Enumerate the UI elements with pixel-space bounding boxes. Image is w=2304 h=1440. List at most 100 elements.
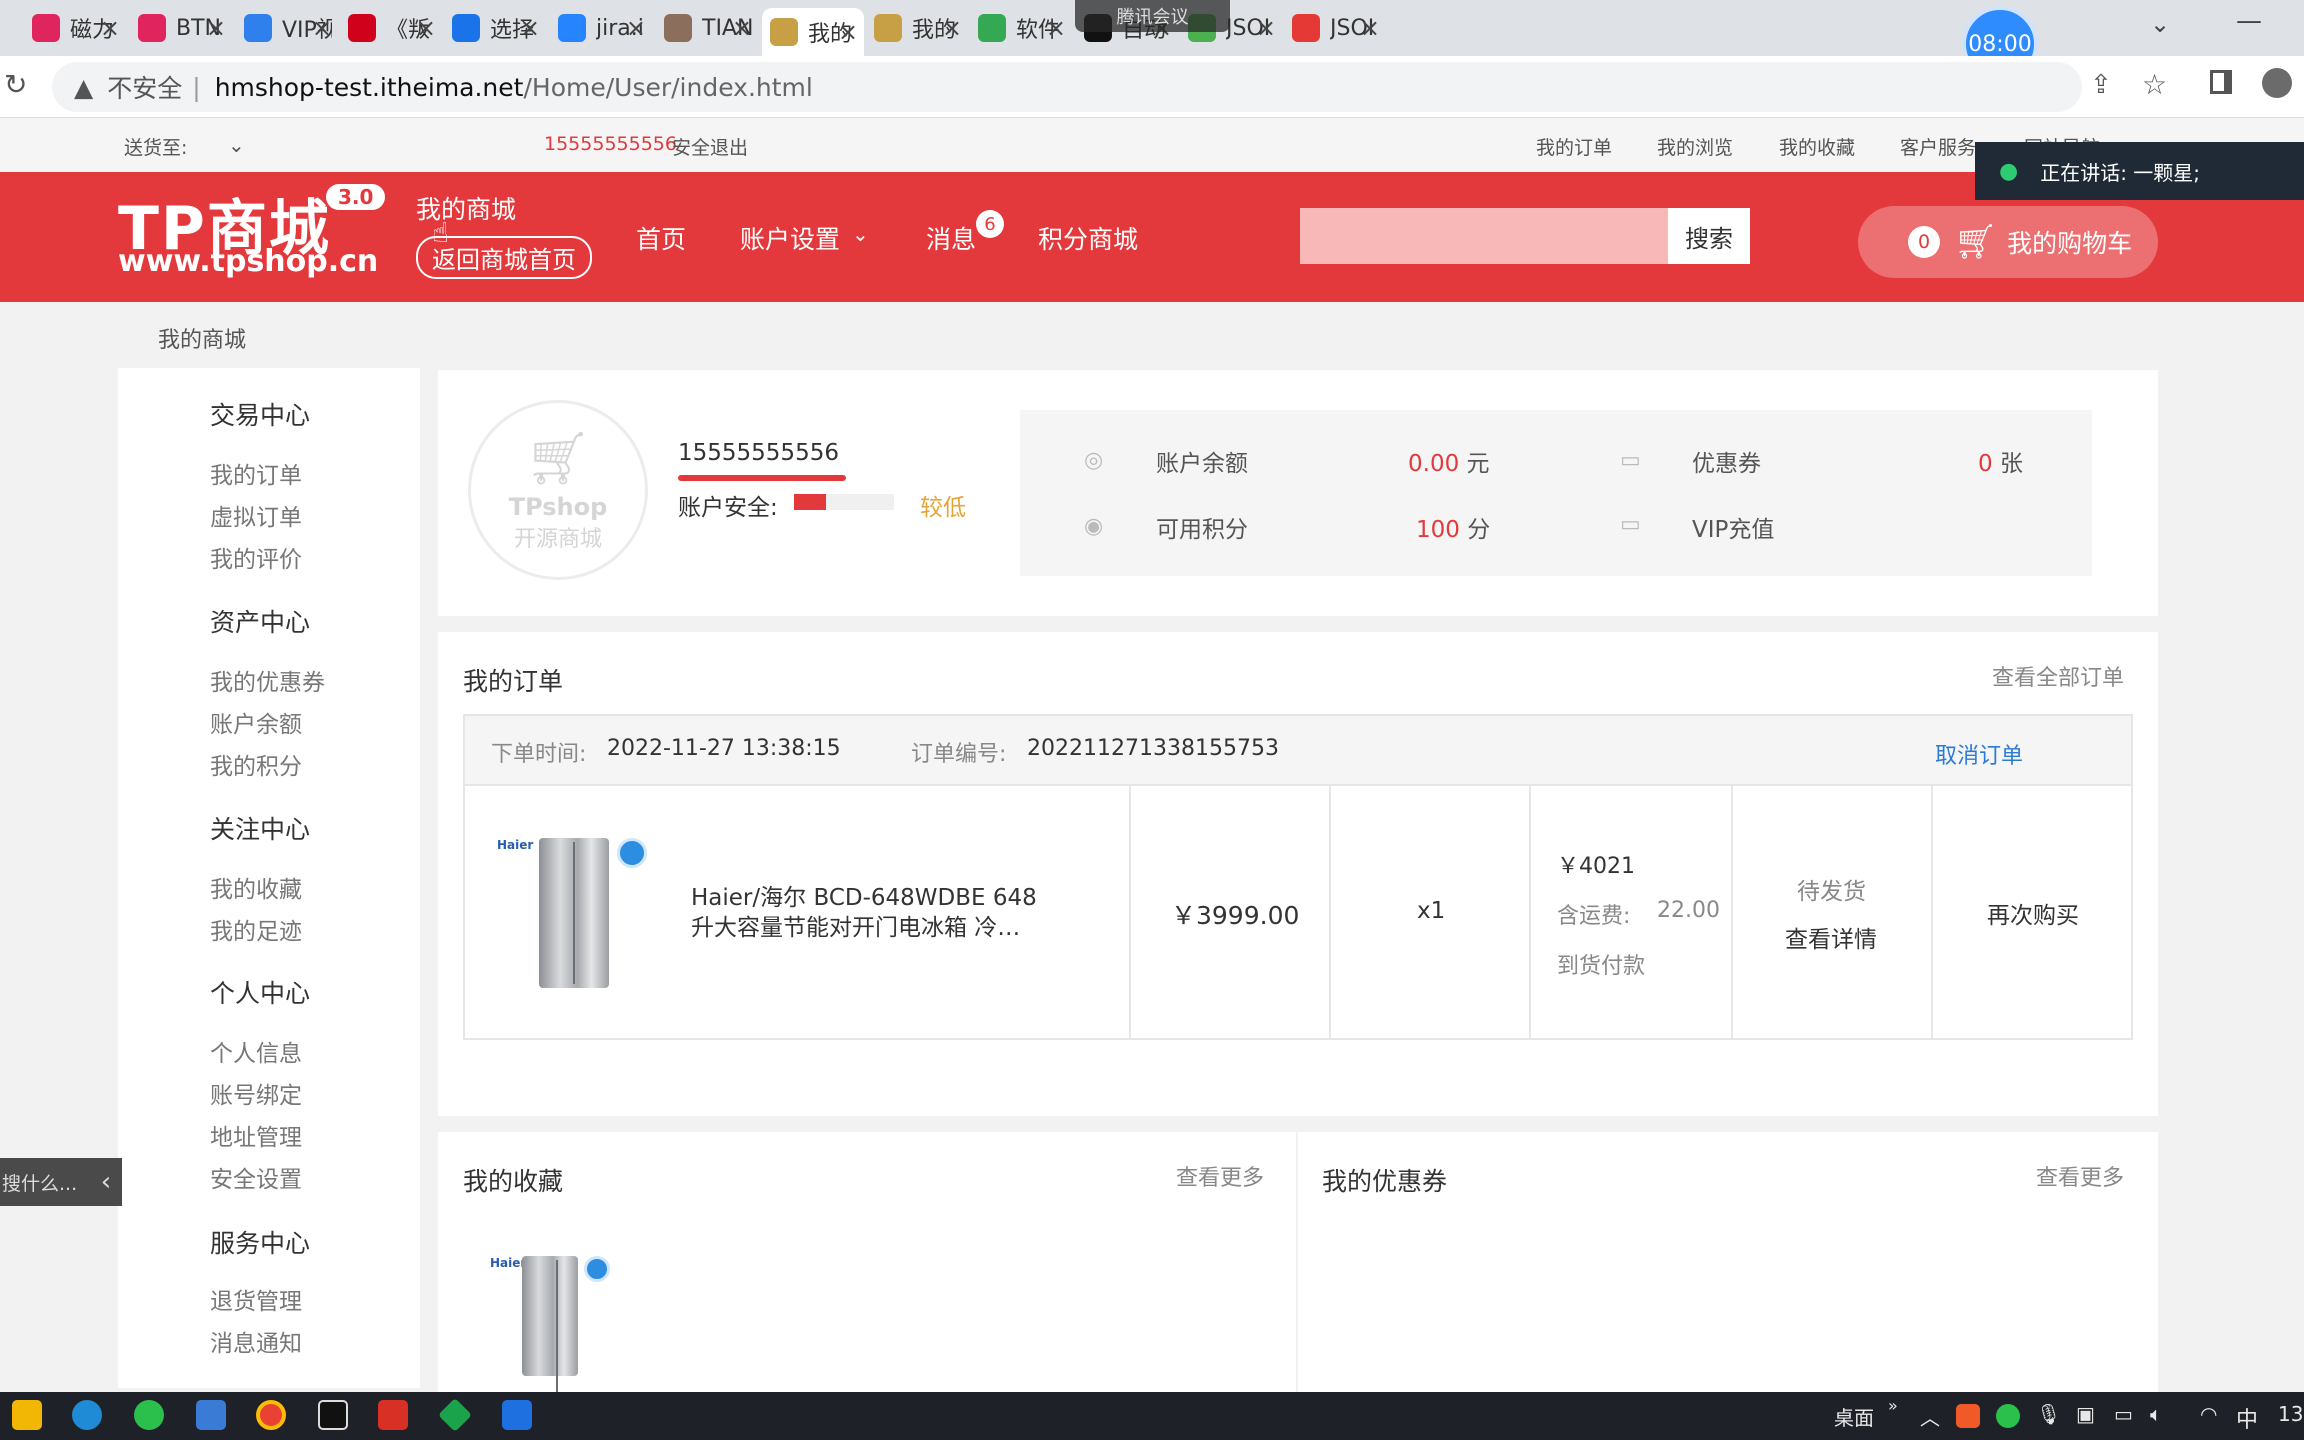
tab-close-icon[interactable]: × <box>312 14 332 42</box>
tab-close-icon[interactable]: × <box>1360 14 1380 42</box>
browser-tab[interactable]: TIAN × <box>656 8 758 48</box>
coupons-more-link[interactable]: 查看更多 <box>2036 1160 2124 1192</box>
browser-tab[interactable]: jira.i × <box>550 8 652 48</box>
sidebar-item-balance[interactable]: 账户余额 <box>210 705 302 739</box>
edge-browser-icon[interactable] <box>72 1400 102 1430</box>
side-panel-icon[interactable] <box>2210 70 2232 94</box>
reload-icon[interactable]: ↻ <box>4 68 27 101</box>
breadcrumb[interactable]: 我的商城 <box>158 322 246 354</box>
floating-search-tab[interactable]: 搜什么... ‹ <box>0 1158 122 1206</box>
wps-icon[interactable] <box>378 1400 408 1430</box>
sidebar-item-account-binding[interactable]: 账号绑定 <box>210 1076 302 1110</box>
favorite-product-image[interactable] <box>522 1256 578 1402</box>
url-input[interactable]: ▲ 不安全 | hmshop-test.itheima.net /Home/Us… <box>52 62 2082 112</box>
balance-value[interactable]: 0.00 元 <box>1408 444 1490 478</box>
logout-link[interactable]: 安全退出 <box>672 133 748 160</box>
chevron-up-icon[interactable]: ︿ <box>1920 1402 1940 1431</box>
browser-tab[interactable]: 软件 × <box>970 8 1072 48</box>
top-phone[interactable]: 15555555556 <box>544 133 677 155</box>
browser-tab[interactable]: BTN × <box>130 8 232 48</box>
back-home-button[interactable]: 返回商城首页 <box>416 236 592 279</box>
sidebar-item-points[interactable]: 我的积分 <box>210 747 302 781</box>
browser-tab[interactable]: 《叛 × <box>340 8 442 48</box>
sidebar-item-my-orders[interactable]: 我的订单 <box>210 456 302 490</box>
sidebar-item-my-reviews[interactable]: 我的评价 <box>210 540 302 574</box>
chevron-down-icon[interactable]: ⌄ <box>228 133 245 157</box>
tray-wechat-icon[interactable] <box>1996 1404 2020 1428</box>
browser-tab[interactable]: 选择 × <box>444 8 546 48</box>
browser-tab[interactable]: VIP视 × <box>236 8 338 48</box>
clock[interactable]: 13 <box>2278 1402 2303 1426</box>
wechat-icon[interactable] <box>134 1400 164 1430</box>
coupon-value[interactable]: 0 张 <box>1978 444 2023 478</box>
sidebar-item-returns[interactable]: 退货管理 <box>210 1282 302 1316</box>
sidebar-item-favorites[interactable]: 我的收藏 <box>210 870 302 904</box>
profile-avatar-icon[interactable] <box>2262 68 2292 98</box>
tray-monitor-icon[interactable]: ▣ <box>2076 1402 2095 1426</box>
sidebar-item-address[interactable]: 地址管理 <box>210 1118 302 1152</box>
tab-close-icon[interactable]: × <box>520 14 540 42</box>
tab-search-icon[interactable]: ⌄ <box>2150 10 2170 38</box>
file-explorer-icon[interactable] <box>12 1400 42 1430</box>
nav-account-settings[interactable]: 账户设置 <box>740 220 840 256</box>
nav-points-mall[interactable]: 积分商城 <box>1038 220 1138 256</box>
ime-indicator[interactable]: 中 <box>2236 1402 2258 1434</box>
app-icon[interactable] <box>438 1398 472 1432</box>
browser-tab[interactable]: 我的 × <box>762 8 864 56</box>
overflow-icon[interactable]: » <box>1888 1396 1898 1415</box>
chevron-left-icon[interactable]: ‹ <box>90 1167 122 1197</box>
app-icon[interactable] <box>502 1400 532 1430</box>
tray-app-icon[interactable] <box>1956 1404 1980 1428</box>
volume-icon[interactable]: 🔈︎ <box>2150 1402 2162 1426</box>
top-link-browse[interactable]: 我的浏览 <box>1657 133 1733 160</box>
sidebar-item-my-coupons[interactable]: 我的优惠券 <box>210 663 325 697</box>
nav-messages[interactable]: 消息 <box>926 220 976 256</box>
nav-home[interactable]: 首页 <box>636 220 686 256</box>
product-name-line1[interactable]: Haier/海尔 BCD-648WDBE 648 <box>691 878 1037 912</box>
tab-close-icon[interactable]: × <box>626 14 646 42</box>
rebuy-button[interactable]: 再次购买 <box>1987 896 2079 930</box>
tab-close-icon[interactable]: × <box>732 14 752 42</box>
favorites-more-link[interactable]: 查看更多 <box>1176 1160 1264 1192</box>
cancel-order-button[interactable]: 取消订单 <box>1935 738 2023 770</box>
search-button[interactable]: 搜索 <box>1668 208 1750 264</box>
sidebar-item-profile[interactable]: 个人信息 <box>210 1034 302 1068</box>
my-shop-title[interactable]: 我的商城 <box>416 190 516 226</box>
sidebar-item-security[interactable]: 安全设置 <box>210 1160 302 1194</box>
product-image[interactable] <box>539 838 609 988</box>
tab-close-icon[interactable]: × <box>942 14 962 42</box>
sidebar-item-virtual-orders[interactable]: 虚拟订单 <box>210 498 302 532</box>
wifi-icon[interactable]: ◠ <box>2200 1402 2217 1426</box>
view-detail-link[interactable]: 查看详情 <box>1785 920 1877 954</box>
desktop-label[interactable]: 桌面 <box>1834 1402 1874 1431</box>
top-link-orders[interactable]: 我的订单 <box>1536 133 1612 160</box>
microphone-icon[interactable]: 🎙︎ <box>2036 1402 2061 1426</box>
top-link-favorites[interactable]: 我的收藏 <box>1779 133 1855 160</box>
top-link-service[interactable]: 客户服务 <box>1900 133 1976 160</box>
meeting-indicator[interactable]: 腾讯会议 <box>1075 0 1230 32</box>
search-input[interactable] <box>1300 208 1668 264</box>
tab-close-icon[interactable]: × <box>100 14 120 42</box>
browser-tab[interactable]: 磁力 × <box>24 8 126 48</box>
browser-tab[interactable]: JSOI × <box>1284 8 1386 48</box>
pycharm-icon[interactable] <box>318 1400 348 1430</box>
minimize-icon[interactable]: — <box>2236 6 2262 36</box>
avatar[interactable]: 🛒︎ TPshop 开源商城 <box>468 400 648 580</box>
tab-close-icon[interactable]: × <box>416 14 436 42</box>
bookmark-star-icon[interactable]: ☆ <box>2142 68 2167 101</box>
tab-close-icon[interactable]: × <box>206 14 226 42</box>
browser-tab[interactable]: 我的 × <box>866 8 968 48</box>
product-name-line2[interactable]: 升大容量节能对开门电冰箱 冷… <box>691 908 1020 942</box>
tab-close-icon[interactable]: × <box>1046 14 1066 42</box>
tab-close-icon[interactable]: × <box>1256 14 1276 42</box>
vip-recharge-link[interactable]: VIP充值 <box>1692 510 1774 544</box>
view-all-orders-link[interactable]: 查看全部订单 <box>1992 660 2124 692</box>
chrome-icon[interactable] <box>256 1400 286 1430</box>
battery-icon[interactable]: ▭ <box>2114 1402 2133 1426</box>
sidebar-item-notifications[interactable]: 消息通知 <box>210 1324 302 1358</box>
app-icon[interactable] <box>196 1400 226 1430</box>
sidebar-item-footprints[interactable]: 我的足迹 <box>210 912 302 946</box>
tab-close-icon[interactable]: × <box>838 18 858 46</box>
cart-button[interactable]: 0 🛒︎ 我的购物车 <box>1858 206 2158 278</box>
points-value[interactable]: 100 分 <box>1416 510 1490 544</box>
